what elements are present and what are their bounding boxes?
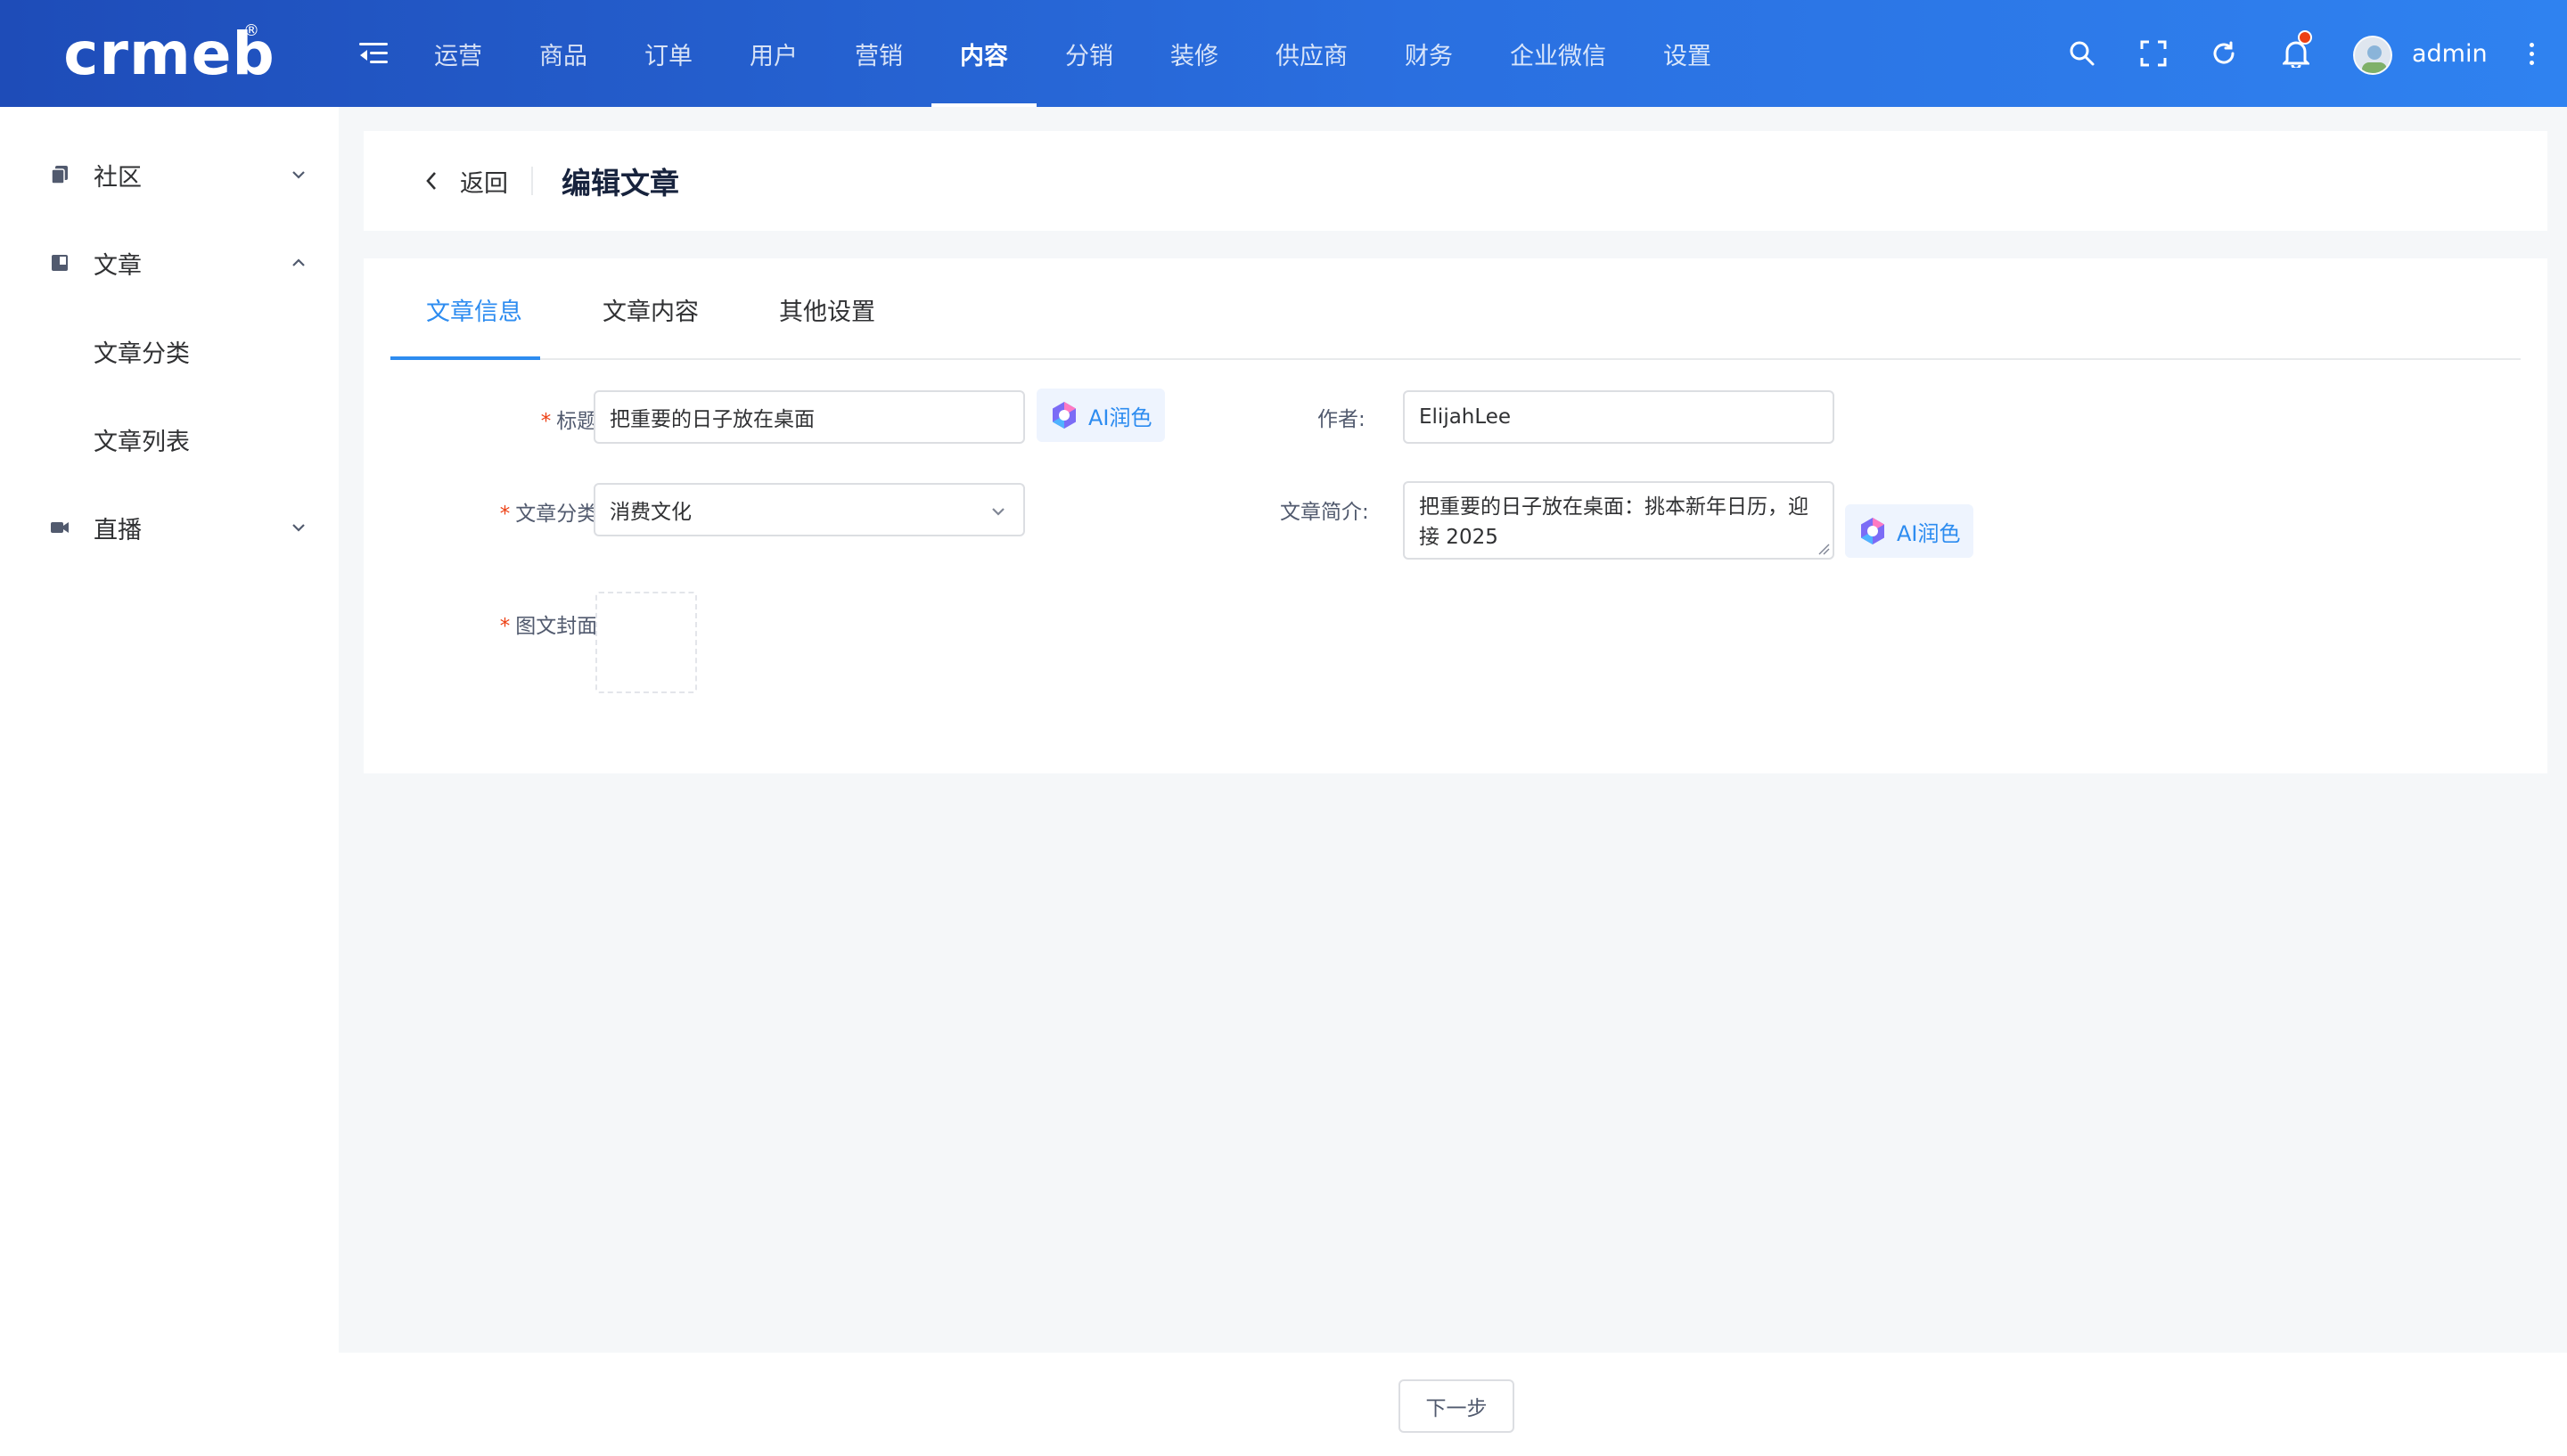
summary-text: 把重要的日子放在桌面：挑本新年日历，迎接 2025 <box>1419 495 1808 549</box>
book-icon <box>52 255 68 271</box>
sidebar-item-article[interactable]: 文章 <box>0 227 339 299</box>
title-input[interactable]: 把重要的日子放在桌面 <box>594 390 1025 444</box>
chevron-down-icon <box>992 508 1005 516</box>
author-label: 作者: <box>1317 408 1366 431</box>
copy-icon <box>51 166 68 184</box>
tab-article-info[interactable]: 文章信息 <box>426 258 522 360</box>
ai-polish-title-button[interactable]: AI润色 <box>1037 389 1165 442</box>
sidebar: 社区 文章 文章分类 文章列表 直播 <box>0 107 339 1456</box>
top-header: crmeb ® 运营 商品 订单 用户 营销 内容 分销 装修 供应商 财务 企… <box>0 0 2567 107</box>
cover-label: * 图文封面: <box>499 615 604 638</box>
author-input[interactable]: ElijahLee <box>1403 390 1834 444</box>
crmeb-logo[interactable]: crmeb ® <box>0 0 339 107</box>
ai-polish-label: AI润色 <box>1897 520 1961 546</box>
notification-badge <box>2298 30 2312 45</box>
fullscreen-icon[interactable] <box>2136 36 2171 71</box>
nav-item-products[interactable]: 商品 <box>511 0 616 107</box>
chevron-left-icon <box>426 172 436 190</box>
active-tab-indicator <box>390 356 540 360</box>
category-select[interactable]: 消费文化 <box>594 483 1025 536</box>
category-label: * 文章分类: <box>499 503 604 526</box>
nav-item-users[interactable]: 用户 <box>721 0 826 107</box>
more-options-icon[interactable] <box>2522 39 2540 68</box>
nav-item-content[interactable]: 内容 <box>931 0 1037 107</box>
nav-item-finance[interactable]: 财务 <box>1376 0 1481 107</box>
nav-item-wecom[interactable]: 企业微信 <box>1481 0 1635 107</box>
sidebar-subitem-article-category[interactable]: 文章分类 <box>0 315 339 387</box>
tab-article-content[interactable]: 文章内容 <box>603 258 699 360</box>
cover-upload-box[interactable] <box>595 592 697 693</box>
ai-polish-summary-button[interactable]: AI润色 <box>1845 504 1973 558</box>
header-divider <box>531 167 533 195</box>
sidebar-item-label: 文章 <box>94 251 142 280</box>
back-button[interactable]: 返回 <box>424 131 508 231</box>
form-card: 文章信息 文章内容 其他设置 * 标题: 把重要的日子放在桌面 AI润色 作者: … <box>364 258 2547 773</box>
avatar[interactable] <box>2353 36 2392 75</box>
page-title: 编辑文章 <box>562 166 679 200</box>
refresh-icon[interactable] <box>2206 36 2242 71</box>
nav-item-settings[interactable]: 设置 <box>1635 0 1740 107</box>
sidebar-item-label: 直播 <box>94 516 142 544</box>
sidebar-subitem-label: 文章列表 <box>94 428 190 456</box>
page-header: 返回 编辑文章 <box>364 131 2547 231</box>
next-step-button[interactable]: 下一步 <box>1398 1379 1514 1433</box>
chevron-down-icon <box>292 171 305 179</box>
sidebar-subitem-label: 文章分类 <box>94 339 190 368</box>
ai-polish-label: AI润色 <box>1088 405 1152 430</box>
footer-bar: 下一步 <box>339 1353 2567 1456</box>
registered-mark: ® <box>243 21 259 40</box>
category-value: 消费文化 <box>610 501 692 524</box>
chevron-up-icon <box>292 258 305 266</box>
search-icon[interactable] <box>2064 36 2100 71</box>
ai-logo-icon <box>1861 518 1884 544</box>
tab-bar: 文章信息 文章内容 其他设置 <box>390 258 2521 360</box>
nav-item-suppliers[interactable]: 供应商 <box>1247 0 1376 107</box>
back-label: 返回 <box>460 169 508 198</box>
ai-logo-icon <box>1053 402 1076 429</box>
summary-textarea[interactable]: 把重要的日子放在桌面：挑本新年日历，迎接 2025 <box>1403 481 1834 560</box>
sidebar-item-live[interactable]: 直播 <box>0 492 339 563</box>
nav-item-distribution[interactable]: 分销 <box>1037 0 1142 107</box>
sidebar-subitem-article-list[interactable]: 文章列表 <box>0 404 339 475</box>
video-camera-icon <box>51 522 69 533</box>
sidebar-item-community[interactable]: 社区 <box>0 139 339 210</box>
summary-label: 文章简介: <box>1280 501 1369 524</box>
top-nav: 运营 商品 订单 用户 营销 内容 分销 装修 供应商 财务 企业微信 设置 <box>406 0 1740 107</box>
resize-handle-icon[interactable] <box>1817 543 1830 555</box>
username[interactable]: admin <box>2412 0 2488 107</box>
nav-item-orders[interactable]: 订单 <box>616 0 721 107</box>
nav-item-decoration[interactable]: 装修 <box>1142 0 1247 107</box>
nav-item-operation[interactable]: 运营 <box>406 0 511 107</box>
tab-other-settings[interactable]: 其他设置 <box>779 258 875 360</box>
notification-bell-icon[interactable] <box>2278 30 2314 71</box>
sidebar-item-label: 社区 <box>94 163 142 192</box>
chevron-down-icon <box>292 524 305 532</box>
menu-collapse-icon[interactable] <box>359 39 388 68</box>
nav-item-marketing[interactable]: 营销 <box>826 0 931 107</box>
